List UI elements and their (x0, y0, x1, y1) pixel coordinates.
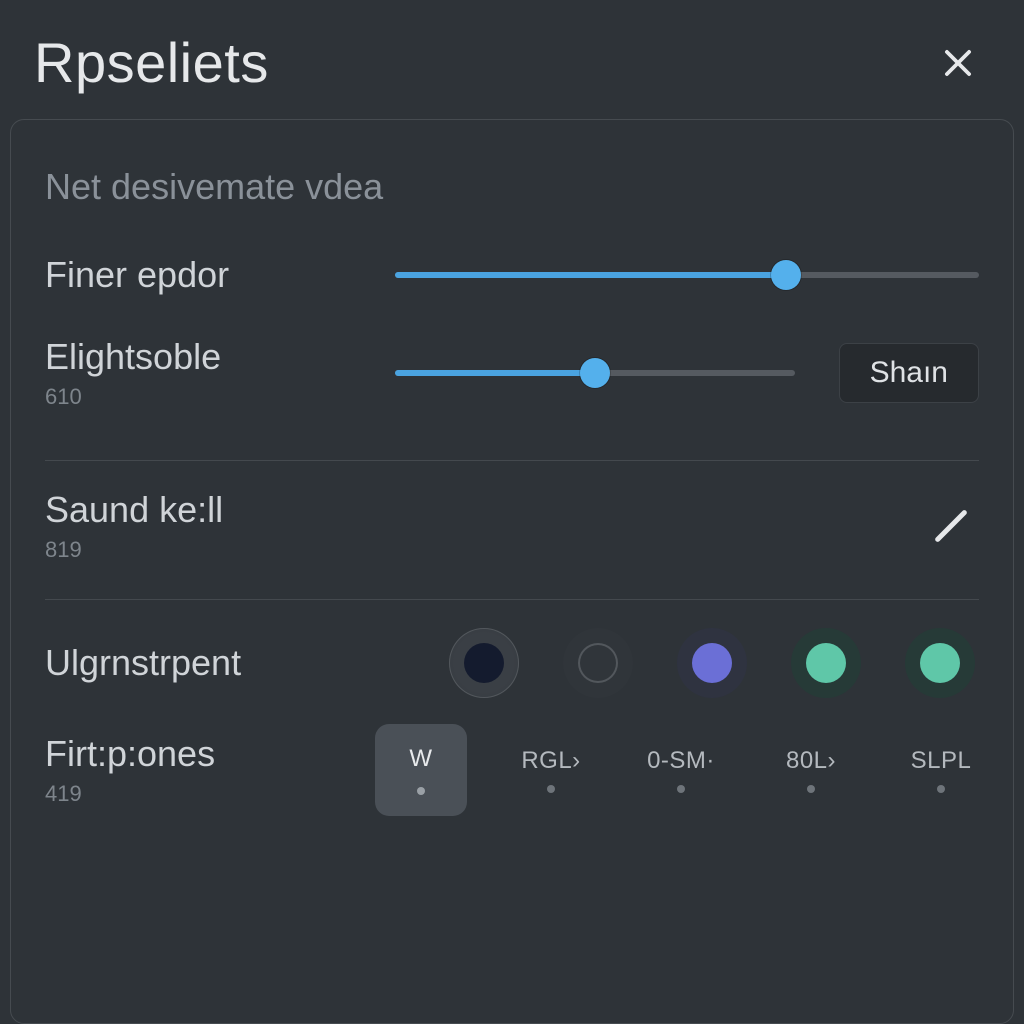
settings-panel: Net desivemate vdea Finer epdor Elightso… (10, 119, 1014, 1024)
slider-sublabel: 610 (45, 384, 375, 410)
option-code: W (409, 745, 432, 773)
divider (45, 599, 979, 600)
swatch-teal-2[interactable] (905, 628, 975, 698)
slider-thumb[interactable] (771, 260, 801, 290)
option-dot (547, 785, 555, 793)
option-slpl[interactable]: SLPL (895, 747, 987, 793)
sound-row: Saund ke:ll 819 (45, 489, 979, 563)
option-rgl[interactable]: RGL› (505, 747, 597, 793)
titlebar: Rpseliets (0, 0, 1024, 115)
option-w[interactable]: W (375, 724, 467, 816)
slider-finer[interactable] (395, 272, 979, 278)
close-icon (939, 44, 977, 82)
slider-row-elight: Elightsoble 610 Shaın (45, 336, 979, 410)
slider-fill (395, 272, 786, 278)
swatch-inner (578, 643, 618, 683)
option-row: Firt:p:ones 419 W RGL› 0-SM· (45, 724, 979, 816)
swatch-teal-1[interactable] (791, 628, 861, 698)
pencil-icon (931, 506, 971, 546)
slider-label-col: Finer epdor (45, 254, 375, 296)
option-dot (937, 785, 945, 793)
section-subtitle: Net desivemate vdea (45, 166, 979, 208)
option-osm[interactable]: 0-SM· (635, 747, 727, 793)
window-title: Rpseliets (34, 30, 269, 95)
slider-label: Finer epdor (45, 254, 375, 296)
sound-label: Saund ke:ll (45, 489, 375, 531)
option-label-col: Firt:p:ones 419 (45, 733, 375, 807)
close-button[interactable] (930, 35, 986, 91)
shain-button[interactable]: Shaın (839, 343, 979, 403)
option-dot (677, 785, 685, 793)
option-list: W RGL› 0-SM· 80L› SLPL (375, 724, 991, 816)
option-code: SLPL (911, 747, 972, 775)
swatch-navy[interactable] (449, 628, 519, 698)
swatch-inner (920, 643, 960, 683)
slider-elight[interactable] (395, 370, 795, 376)
settings-window: Rpseliets Net desivemate vdea Finer epdo… (0, 0, 1024, 1024)
option-code: 0-SM· (647, 747, 715, 775)
swatch-label: Ulgrnstrpent (45, 642, 375, 684)
slider-label: Elightsoble (45, 336, 375, 378)
option-sublabel: 419 (45, 781, 375, 807)
option-dot (807, 785, 815, 793)
slider-fill (395, 370, 595, 376)
sound-label-col: Saund ke:ll 819 (45, 489, 375, 563)
color-swatch-row: Ulgrnstrpent (45, 628, 979, 698)
sound-sublabel: 819 (45, 537, 375, 563)
option-80l[interactable]: 80L› (765, 747, 857, 793)
swatch-list (375, 628, 979, 698)
swatch-label-col: Ulgrnstrpent (45, 642, 375, 684)
slider-label-col: Elightsoble 610 (45, 336, 375, 410)
swatch-inner (806, 643, 846, 683)
swatch-inner (692, 643, 732, 683)
slider-thumb[interactable] (580, 358, 610, 388)
slider-row-finer: Finer epdor (45, 254, 979, 296)
option-label: Firt:p:ones (45, 733, 375, 775)
divider (45, 460, 979, 461)
option-code: 80L› (786, 747, 836, 775)
option-code: RGL› (521, 747, 580, 775)
option-dot (417, 787, 425, 795)
swatch-violet[interactable] (677, 628, 747, 698)
swatch-inner (464, 643, 504, 683)
swatch-hollow[interactable] (563, 628, 633, 698)
edit-button[interactable] (923, 498, 979, 554)
